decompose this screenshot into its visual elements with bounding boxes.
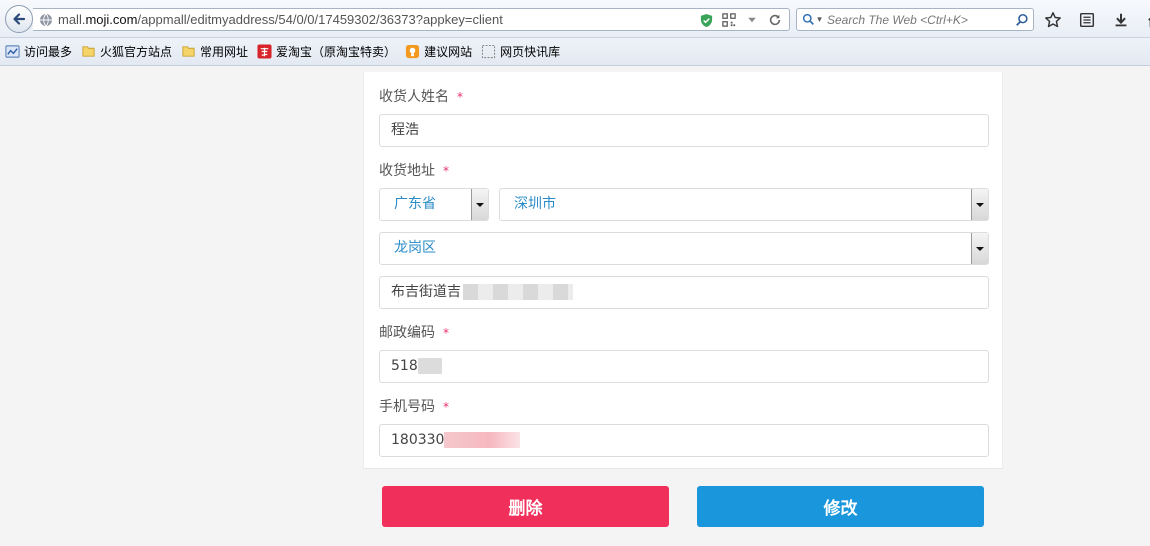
bookmark-common-sites[interactable]: 常用网址 xyxy=(180,43,248,60)
browser-toolbar: mall.moji.com/appmall/editmyaddress/54/0… xyxy=(0,0,1150,38)
bookmark-firefox-official[interactable]: 火狐官方站点 xyxy=(80,43,172,60)
required-mark: * xyxy=(443,326,449,340)
name-label: 收货人姓名 * xyxy=(379,89,463,105)
phone-label: 手机号码 * xyxy=(379,399,449,415)
bookmark-suggested-sites[interactable]: 建议网站 xyxy=(404,43,472,60)
most-visited-icon xyxy=(4,44,20,60)
url-bar[interactable]: mall.moji.com/appmall/editmyaddress/54/0… xyxy=(33,8,790,31)
bookmarks-bar: 访问最多 火狐官方站点 常用网址 爱淘宝（原淘宝特卖） 建议网站 网页快讯库 xyxy=(0,38,1150,66)
name-input[interactable]: 程浩 xyxy=(379,114,989,147)
home-icon[interactable] xyxy=(1144,9,1150,31)
address-form: 收货人姓名 * 程浩 收货地址 * 广东省 深圳市 龙岗区 布吉街道吉 邮政编码 * … xyxy=(363,72,1003,469)
globe-icon xyxy=(40,13,52,26)
search-icon[interactable] xyxy=(1011,13,1033,27)
redacted-text xyxy=(463,284,573,300)
modify-button[interactable]: 修改 xyxy=(697,486,984,527)
dropdown-arrow-icon[interactable] xyxy=(971,233,988,264)
folder-icon xyxy=(80,44,96,60)
required-mark: * xyxy=(443,164,449,178)
zip-code-input[interactable]: 518 xyxy=(379,350,989,383)
province-select[interactable]: 广东省 xyxy=(379,188,489,221)
zip-code-label: 邮政编码 * xyxy=(379,325,449,341)
required-mark: * xyxy=(457,90,463,104)
phone-input[interactable]: 180330 xyxy=(379,424,989,457)
folder-icon xyxy=(180,44,196,60)
required-mark: * xyxy=(443,400,449,414)
search-bar[interactable]: ▾ Search The Web <Ctrl+K> xyxy=(796,8,1034,31)
dropdown-arrow-icon[interactable] xyxy=(971,189,988,220)
back-button[interactable] xyxy=(5,5,33,33)
back-arrow-icon xyxy=(13,13,26,25)
bookmark-most-visited[interactable]: 访问最多 xyxy=(4,43,72,60)
url-text: mall.moji.com/appmall/editmyaddress/54/0… xyxy=(58,12,503,27)
shield-icon[interactable] xyxy=(698,12,714,28)
star-icon[interactable] xyxy=(1042,9,1064,31)
suggested-sites-icon xyxy=(404,44,420,60)
web-slice-icon xyxy=(480,44,496,60)
bookmark-taobao[interactable]: 爱淘宝（原淘宝特卖） xyxy=(256,43,396,60)
redacted-text xyxy=(417,358,442,374)
delete-button[interactable]: 删除 xyxy=(382,486,669,527)
bookmark-web-slice[interactable]: 网页快讯库 xyxy=(480,43,560,60)
dropdown-arrow-icon[interactable] xyxy=(471,189,488,220)
dropdown-arrow-icon[interactable] xyxy=(744,12,760,28)
taobao-icon xyxy=(256,44,272,60)
reload-icon[interactable] xyxy=(767,12,783,28)
address-label: 收货地址 * xyxy=(379,163,449,179)
search-engine-icon[interactable]: ▾ xyxy=(797,13,827,26)
street-address-input[interactable]: 布吉街道吉 xyxy=(379,276,989,309)
reading-list-icon[interactable] xyxy=(1076,9,1098,31)
redacted-text xyxy=(444,432,521,448)
download-icon[interactable] xyxy=(1110,9,1132,31)
city-select[interactable]: 深圳市 xyxy=(499,188,989,221)
qr-code-icon[interactable] xyxy=(721,12,737,28)
district-select[interactable]: 龙岗区 xyxy=(379,232,989,265)
search-input[interactable]: Search The Web <Ctrl+K> xyxy=(827,13,1011,27)
